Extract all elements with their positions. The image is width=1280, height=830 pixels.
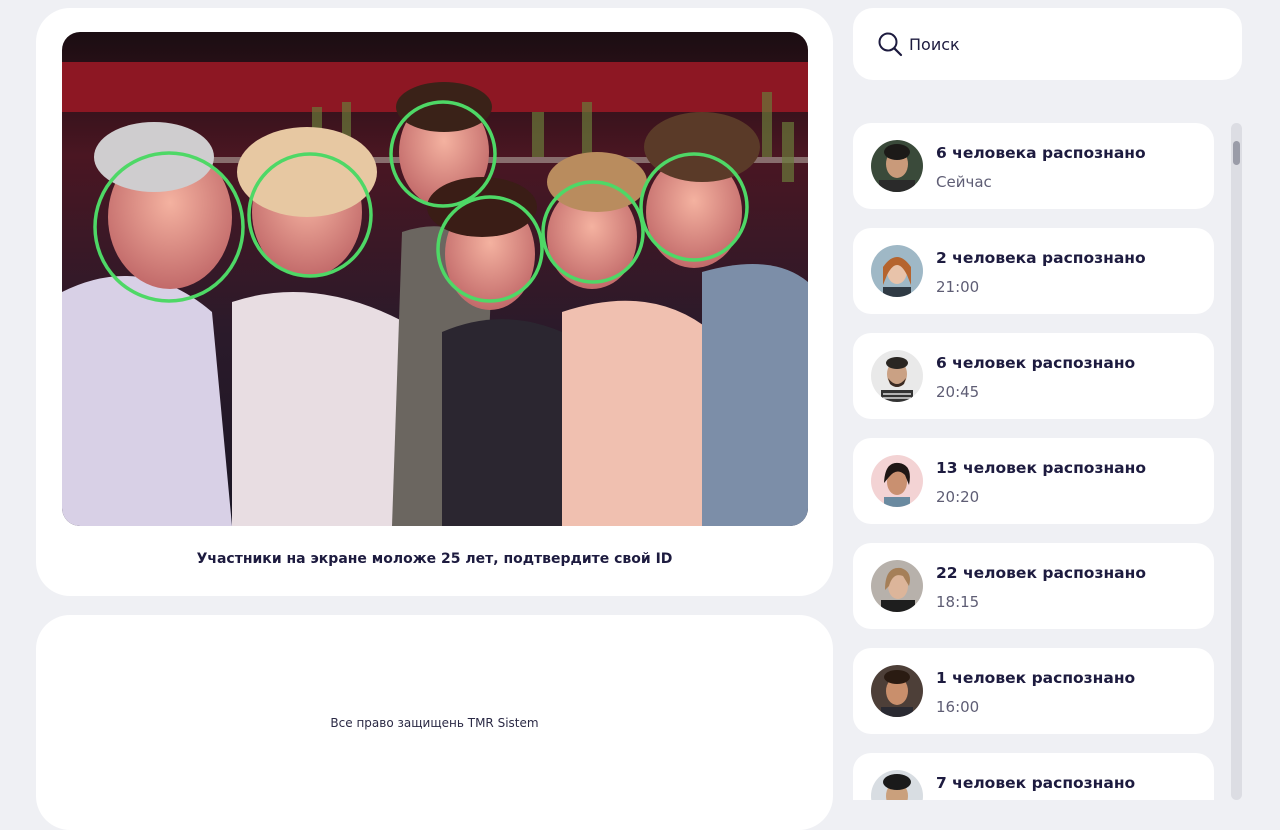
feed-item[interactable]: 6 человека распознано Сейчас: [853, 123, 1214, 209]
feed-item[interactable]: 1 человек распознано 16:00: [853, 648, 1214, 734]
footer-card: Все право защищень TMR Sistem: [36, 615, 833, 830]
avatar: [871, 665, 923, 717]
feed-item-title: 1 человек распознано: [936, 669, 1136, 687]
search-input[interactable]: [907, 33, 1211, 55]
feed-item[interactable]: 13 человек распознано 20:20: [853, 438, 1214, 524]
group-photo-image: [62, 32, 808, 526]
feed-scrollbar[interactable]: [1231, 123, 1242, 800]
avatar: [871, 350, 923, 402]
feed-item-title: 6 человека распознано: [936, 144, 1146, 162]
feed-item-title: 6 человек распознано: [936, 354, 1136, 372]
feed-item-time: 20:45: [936, 383, 980, 401]
search-box[interactable]: [853, 8, 1242, 80]
feed-item[interactable]: 7 человек распознано: [853, 753, 1214, 800]
feed-item-time: 20:20: [936, 488, 980, 506]
feed-item-title: 22 человек распознано: [936, 564, 1146, 582]
feed-item-title: 13 человек распознано: [936, 459, 1146, 477]
avatar: [871, 770, 923, 800]
avatar: [871, 245, 923, 297]
feed-item-time: 21:00: [936, 278, 980, 296]
feed-item-title: 2 человека распознано: [936, 249, 1146, 267]
avatar: [871, 455, 923, 507]
group-photo: [62, 32, 808, 526]
recognition-feed: 6 человека распознано Сейчас 2 человека …: [853, 123, 1214, 800]
avatar: [871, 560, 923, 612]
main-card: Участники на экране моложе 25 лет, подтв…: [36, 8, 833, 596]
feed-item-title: 7 человек распознано: [936, 774, 1136, 792]
avatar: [871, 140, 923, 192]
feed-item[interactable]: 6 человек распознано 20:45: [853, 333, 1214, 419]
feed-item-time: Сейчас: [936, 173, 992, 191]
age-warning-caption: Участники на экране моложе 25 лет, подтв…: [196, 551, 673, 567]
feed-item-time: 16:00: [936, 698, 980, 716]
feed-item[interactable]: 2 человека распознано 21:00: [853, 228, 1214, 314]
search-icon: [878, 32, 903, 57]
feed-item[interactable]: 22 человек распознано 18:15: [853, 543, 1214, 629]
feed-scrollbar-thumb[interactable]: [1233, 141, 1240, 165]
copyright-text: Все право защищень TMR Sistem: [330, 716, 539, 730]
feed-item-time: 18:15: [936, 593, 980, 611]
